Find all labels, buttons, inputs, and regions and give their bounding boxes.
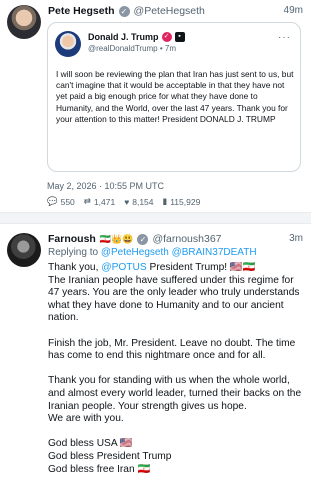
retweet-stat[interactable]: ⇄ 1,471 — [84, 196, 115, 207]
reply-stat[interactable]: 💬 550 — [47, 196, 75, 207]
mention-link[interactable]: @PeteHegseth — [101, 247, 169, 258]
views-count: 115,929 — [170, 196, 201, 207]
post-header: Pete Hegseth ✓ @PeteHegseth — [48, 5, 205, 17]
post-time[interactable]: 49m — [284, 5, 303, 16]
author-handle[interactable]: @farnoush367 — [152, 233, 221, 245]
retweet-count: 1,471 — [93, 196, 116, 207]
author-emoji: 🇮🇷👑😃 — [99, 233, 134, 244]
blessing-line: God bless President Trump — [48, 450, 172, 462]
heart-icon: ♥ — [124, 196, 130, 207]
author-name[interactable]: Pete Hegseth — [48, 5, 115, 17]
quoted-author-name[interactable]: Donald J. Trump — [88, 32, 159, 42]
quoted-author-handle[interactable]: @realDonaldTrump — [88, 44, 158, 53]
paragraph: The Iranian people have suffered under t… — [48, 274, 300, 324]
retweet-icon: ⇄ — [83, 196, 91, 206]
replying-to: Replying to @PeteHegseth @BRAIN37DEATH — [48, 247, 257, 258]
verified-badge-icon: ✓ — [118, 5, 130, 17]
verified-badge-icon: ✓ — [137, 233, 149, 245]
author-handle[interactable]: @PeteHegseth — [134, 5, 205, 17]
affiliate-badge-icon: ▪ — [174, 32, 185, 42]
quoted-post[interactable]: Donald J. Trump ✓ ▪ @realDonaldTrump • 7… — [47, 22, 301, 172]
post-divider — [0, 212, 311, 224]
post-pete-hegseth[interactable]: Pete Hegseth ✓ @PeteHegseth 49m Donald J… — [0, 0, 311, 210]
blessing-line: God bless USA 🇺🇸 — [48, 438, 133, 450]
avatar[interactable] — [55, 31, 81, 57]
quoted-meta: @realDonaldTrump • 7m — [88, 44, 176, 53]
post-date[interactable]: May 2, 2026 · 10:55 PM UTC — [47, 181, 164, 191]
author-name[interactable]: Farnoush — [48, 233, 96, 245]
quoted-time[interactable]: 7m — [165, 44, 176, 53]
quoted-header: Donald J. Trump ✓ ▪ — [88, 32, 185, 42]
more-options-icon[interactable]: ··· — [278, 32, 291, 43]
views-icon: ▮ — [162, 196, 168, 206]
mention-link[interactable]: @BRAIN37DEATH — [172, 247, 257, 258]
text-span: Thank you, — [48, 262, 99, 273]
paragraph: We are with you. — [48, 413, 124, 425]
post-time[interactable]: 3m — [289, 233, 303, 244]
blessing-line: God bless free Iran 🇮🇷 — [48, 463, 151, 475]
like-count: 8,154 — [132, 196, 154, 207]
separator: • — [159, 44, 163, 53]
post-header: Farnoush 🇮🇷👑😃 ✓ @farnoush367 — [48, 233, 222, 245]
avatar[interactable] — [7, 5, 41, 39]
paragraph: Finish the job, Mr. President. Leave no … — [48, 337, 296, 362]
verified-badge-icon: ✓ — [161, 32, 172, 42]
text-line: Thank you, @POTUS President Trump! 🇺🇸🇮🇷 — [48, 262, 306, 275]
mention-link[interactable]: @POTUS — [101, 262, 146, 273]
quoted-text: I will soon be reviewing the plan that I… — [56, 69, 294, 124]
replying-to-label: Replying to — [48, 247, 99, 258]
reply-count: 550 — [60, 196, 75, 207]
like-stat[interactable]: ♥ 8,154 — [124, 196, 153, 207]
paragraph: Thank you for standing with us when the … — [48, 375, 302, 412]
post-stats: 💬 550 ⇄ 1,471 ♥ 8,154 ▮ 115,929 — [47, 196, 200, 207]
views-stat[interactable]: ▮ 115,929 — [163, 196, 201, 207]
text-span: President Trump! 🇺🇸🇮🇷 — [149, 262, 256, 273]
post-text: Thank you, @POTUS President Trump! 🇺🇸🇮🇷 … — [48, 262, 306, 476]
avatar[interactable] — [7, 233, 41, 267]
reply-icon: 💬 — [47, 196, 58, 206]
